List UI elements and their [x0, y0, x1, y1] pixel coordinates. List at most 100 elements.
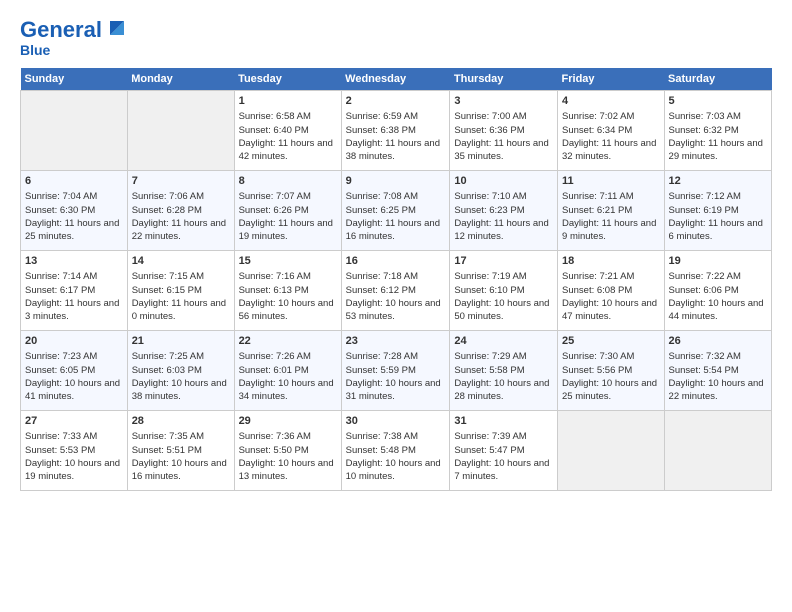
- day-number: 21: [132, 334, 230, 349]
- day-number: 23: [346, 334, 446, 349]
- calendar-cell: 27Sunrise: 7:33 AMSunset: 5:53 PMDayligh…: [21, 411, 128, 491]
- day-info: Sunrise: 7:30 AMSunset: 5:56 PMDaylight:…: [562, 351, 657, 402]
- calendar-cell: 24Sunrise: 7:29 AMSunset: 5:58 PMDayligh…: [450, 331, 558, 411]
- calendar-week-row: 27Sunrise: 7:33 AMSunset: 5:53 PMDayligh…: [21, 411, 772, 491]
- calendar-cell: 30Sunrise: 7:38 AMSunset: 5:48 PMDayligh…: [341, 411, 450, 491]
- calendar-cell: [21, 91, 128, 171]
- day-info: Sunrise: 7:32 AMSunset: 5:54 PMDaylight:…: [669, 351, 764, 402]
- day-of-week-header: Monday: [127, 68, 234, 91]
- day-number: 27: [25, 414, 123, 429]
- day-number: 19: [669, 254, 767, 269]
- calendar-header-row: SundayMondayTuesdayWednesdayThursdayFrid…: [21, 68, 772, 91]
- day-of-week-header: Tuesday: [234, 68, 341, 91]
- day-number: 25: [562, 334, 660, 349]
- calendar-week-row: 6Sunrise: 7:04 AMSunset: 6:30 PMDaylight…: [21, 171, 772, 251]
- calendar-cell: 4 Sunrise: 7:02 AMSunset: 6:34 PMDaylight…: [558, 91, 665, 171]
- calendar-cell: 6Sunrise: 7:04 AMSunset: 6:30 PMDaylight…: [21, 171, 128, 251]
- day-info: Sunrise: 7:16 AMSunset: 6:13 PMDaylight:…: [239, 271, 334, 322]
- day-info: Sunrise: 7:25 AMSunset: 6:03 PMDaylight:…: [132, 351, 227, 402]
- day-number: 10: [454, 174, 553, 189]
- day-info: Sunrise: 7:26 AMSunset: 6:01 PMDaylight:…: [239, 351, 334, 402]
- day-of-week-header: Friday: [558, 68, 665, 91]
- calendar-cell: 9 Sunrise: 7:08 AMSunset: 6:25 PMDaylight…: [341, 171, 450, 251]
- day-info: Sunrise: 7:02 AMSunset: 6:34 PMDaylight:…: [562, 111, 656, 162]
- day-info: Sunrise: 6:59 AMSunset: 6:38 PMDaylight:…: [346, 111, 440, 162]
- day-info: Sunrise: 7:28 AMSunset: 5:59 PMDaylight:…: [346, 351, 441, 402]
- day-number: 13: [25, 254, 123, 269]
- calendar-cell: 1Sunrise: 6:58 AMSunset: 6:40 PMDaylight…: [234, 91, 341, 171]
- calendar-week-row: 13 Sunrise: 7:14 AMSunset: 6:17 PMDayligh…: [21, 251, 772, 331]
- day-info: Sunrise: 7:12 AMSunset: 6:19 PMDaylight:…: [669, 191, 763, 242]
- calendar-cell: 13 Sunrise: 7:14 AMSunset: 6:17 PMDayligh…: [21, 251, 128, 331]
- day-number: 5: [669, 94, 767, 109]
- calendar-cell: [558, 411, 665, 491]
- day-info: Sunrise: 7:38 AMSunset: 5:48 PMDaylight:…: [346, 431, 441, 482]
- day-info: Sunrise: 7:11 AMSunset: 6:21 PMDaylight:…: [562, 191, 656, 242]
- day-info: Sunrise: 6:58 AMSunset: 6:40 PMDaylight:…: [239, 111, 333, 162]
- calendar-cell: 31 Sunrise: 7:39 AMSunset: 5:47 PMDayligh…: [450, 411, 558, 491]
- day-number: 7: [132, 174, 230, 189]
- calendar-cell: 29Sunrise: 7:36 AMSunset: 5:50 PMDayligh…: [234, 411, 341, 491]
- logo-text: General: [20, 19, 102, 41]
- day-number: 22: [239, 334, 337, 349]
- page: General Blue SundayMondayTuesdayWednesda…: [0, 0, 792, 612]
- day-info: Sunrise: 7:10 AMSunset: 6:23 PMDaylight:…: [454, 191, 548, 242]
- day-info: Sunrise: 7:39 AMSunset: 5:47 PMDaylight:…: [454, 431, 549, 482]
- day-number: 31: [454, 414, 553, 429]
- day-of-week-header: Wednesday: [341, 68, 450, 91]
- day-number: 2: [346, 94, 446, 109]
- day-number: 18: [562, 254, 660, 269]
- calendar-cell: 3 Sunrise: 7:00 AMSunset: 6:36 PMDaylight…: [450, 91, 558, 171]
- day-info: Sunrise: 7:06 AMSunset: 6:28 PMDaylight:…: [132, 191, 226, 242]
- day-number: 3: [454, 94, 553, 109]
- day-info: Sunrise: 7:22 AMSunset: 6:06 PMDaylight:…: [669, 271, 764, 322]
- calendar-cell: 15 Sunrise: 7:16 AMSunset: 6:13 PMDayligh…: [234, 251, 341, 331]
- calendar-week-row: 20 Sunrise: 7:23 AMSunset: 6:05 PMDayligh…: [21, 331, 772, 411]
- calendar-cell: 5 Sunrise: 7:03 AMSunset: 6:32 PMDaylight…: [664, 91, 771, 171]
- day-of-week-header: Thursday: [450, 68, 558, 91]
- day-number: 16: [346, 254, 446, 269]
- calendar-cell: 7 Sunrise: 7:06 AMSunset: 6:28 PMDaylight…: [127, 171, 234, 251]
- calendar-cell: 22 Sunrise: 7:26 AMSunset: 6:01 PMDayligh…: [234, 331, 341, 411]
- day-info: Sunrise: 7:36 AMSunset: 5:50 PMDaylight:…: [239, 431, 334, 482]
- day-number: 4: [562, 94, 660, 109]
- day-info: Sunrise: 7:23 AMSunset: 6:05 PMDaylight:…: [25, 351, 120, 402]
- day-number: 11: [562, 174, 660, 189]
- calendar-cell: 8Sunrise: 7:07 AMSunset: 6:26 PMDaylight…: [234, 171, 341, 251]
- day-number: 15: [239, 254, 337, 269]
- day-info: Sunrise: 7:07 AMSunset: 6:26 PMDaylight:…: [239, 191, 333, 242]
- calendar-cell: [127, 91, 234, 171]
- logo-sub: Blue: [20, 42, 50, 58]
- calendar-cell: 25 Sunrise: 7:30 AMSunset: 5:56 PMDayligh…: [558, 331, 665, 411]
- day-info: Sunrise: 7:29 AMSunset: 5:58 PMDaylight:…: [454, 351, 549, 402]
- day-number: 12: [669, 174, 767, 189]
- calendar-cell: [664, 411, 771, 491]
- day-info: Sunrise: 7:21 AMSunset: 6:08 PMDaylight:…: [562, 271, 657, 322]
- day-number: 9: [346, 174, 446, 189]
- day-number: 20: [25, 334, 123, 349]
- day-info: Sunrise: 7:15 AMSunset: 6:15 PMDaylight:…: [132, 271, 226, 322]
- day-info: Sunrise: 7:19 AMSunset: 6:10 PMDaylight:…: [454, 271, 549, 322]
- calendar-week-row: 1Sunrise: 6:58 AMSunset: 6:40 PMDaylight…: [21, 91, 772, 171]
- calendar-cell: 23 Sunrise: 7:28 AMSunset: 5:59 PMDayligh…: [341, 331, 450, 411]
- day-info: Sunrise: 7:18 AMSunset: 6:12 PMDaylight:…: [346, 271, 441, 322]
- day-info: Sunrise: 7:14 AMSunset: 6:17 PMDaylight:…: [25, 271, 119, 322]
- day-info: Sunrise: 7:04 AMSunset: 6:30 PMDaylight:…: [25, 191, 119, 242]
- calendar-cell: 19 Sunrise: 7:22 AMSunset: 6:06 PMDayligh…: [664, 251, 771, 331]
- day-number: 26: [669, 334, 767, 349]
- calendar-cell: 26 Sunrise: 7:32 AMSunset: 5:54 PMDayligh…: [664, 331, 771, 411]
- calendar-table: SundayMondayTuesdayWednesdayThursdayFrid…: [20, 68, 772, 491]
- day-number: 17: [454, 254, 553, 269]
- logo: General Blue: [20, 15, 128, 58]
- day-info: Sunrise: 7:00 AMSunset: 6:36 PMDaylight:…: [454, 111, 548, 162]
- day-info: Sunrise: 7:03 AMSunset: 6:32 PMDaylight:…: [669, 111, 763, 162]
- calendar-cell: 11 Sunrise: 7:11 AMSunset: 6:21 PMDayligh…: [558, 171, 665, 251]
- header: General Blue: [20, 15, 772, 58]
- calendar-cell: 16 Sunrise: 7:18 AMSunset: 6:12 PMDayligh…: [341, 251, 450, 331]
- day-info: Sunrise: 7:08 AMSunset: 6:25 PMDaylight:…: [346, 191, 440, 242]
- calendar-cell: 28Sunrise: 7:35 AMSunset: 5:51 PMDayligh…: [127, 411, 234, 491]
- calendar-cell: 12 Sunrise: 7:12 AMSunset: 6:19 PMDayligh…: [664, 171, 771, 251]
- calendar-cell: 20 Sunrise: 7:23 AMSunset: 6:05 PMDayligh…: [21, 331, 128, 411]
- day-number: 28: [132, 414, 230, 429]
- calendar-cell: 14Sunrise: 7:15 AMSunset: 6:15 PMDayligh…: [127, 251, 234, 331]
